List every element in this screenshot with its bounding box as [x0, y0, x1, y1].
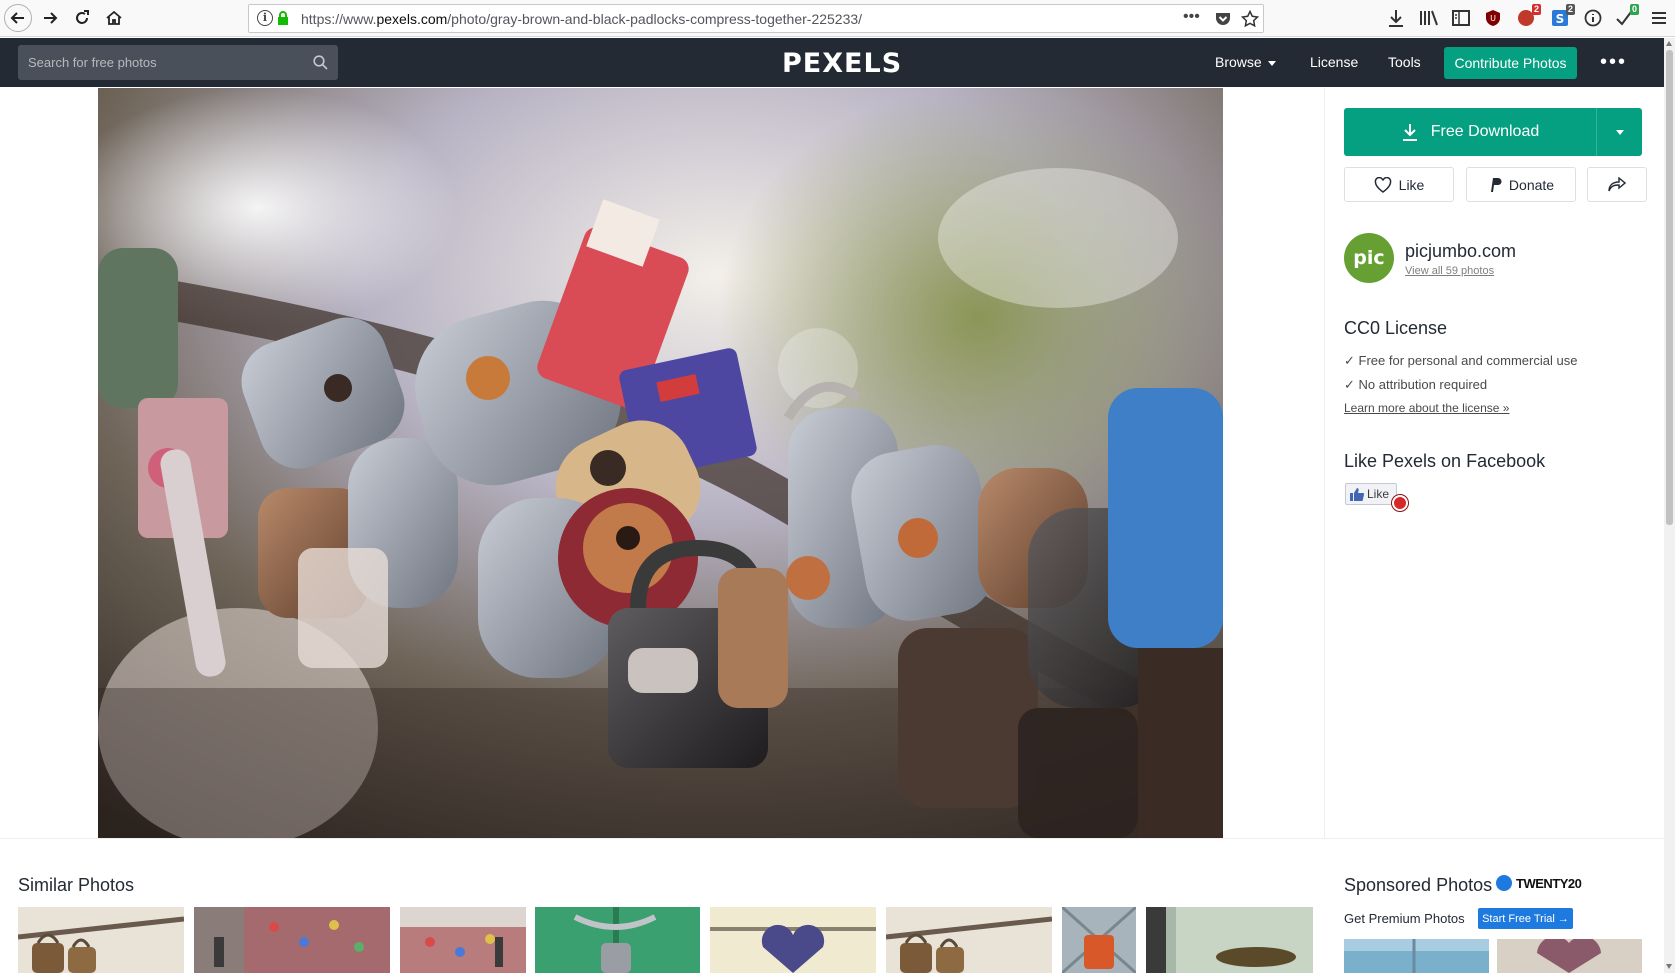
license-point-1: ✓ Free for personal and commercial use — [1344, 353, 1578, 368]
info-addon-icon[interactable] — [1582, 7, 1604, 29]
padlocks-photo — [98, 88, 1223, 838]
bookmark-star-icon[interactable] — [1241, 10, 1259, 28]
downloads-icon[interactable] — [1385, 7, 1407, 29]
donate-button[interactable]: Donate — [1466, 167, 1576, 202]
sponsored-photo-thumb[interactable] — [1497, 939, 1642, 973]
twenty20-logo[interactable]: TWENTY20 — [1496, 875, 1582, 891]
page-scrollbar[interactable] — [1664, 38, 1675, 973]
similar-photo-thumb[interactable] — [18, 907, 184, 973]
pexels-logo[interactable]: PEXELS — [782, 48, 902, 79]
ublock-badge: 2 — [1531, 4, 1541, 15]
row-divider — [0, 838, 1664, 839]
main-photo[interactable] — [98, 88, 1223, 838]
back-button[interactable] — [4, 4, 32, 32]
s-addon-icon[interactable]: S 2 — [1549, 4, 1575, 29]
chevron-down-icon — [1615, 129, 1624, 135]
sponsored-photos-title: Sponsored Photos — [1344, 875, 1493, 895]
forward-button[interactable] — [36, 4, 64, 32]
sponsored-photo-thumb[interactable] — [1344, 939, 1489, 973]
chevron-down-icon — [1267, 60, 1276, 66]
similar-photos-title: Similar Photos — [18, 875, 135, 895]
hamburger-menu-icon[interactable] — [1648, 7, 1670, 29]
similar-photo-thumb[interactable] — [710, 907, 876, 973]
view-all-photos-link[interactable]: View all 59 photos — [1405, 265, 1494, 277]
home-button[interactable] — [100, 4, 128, 32]
license-point-2: ✓ No attribution required — [1344, 377, 1488, 392]
facebook-title: Like Pexels on Facebook — [1344, 451, 1546, 471]
facebook-like-label: Like — [1367, 487, 1390, 501]
like-label: Like — [1398, 176, 1425, 193]
reload-button[interactable] — [68, 4, 96, 32]
page-actions-icon[interactable]: ••• — [1183, 8, 1200, 26]
paypal-icon — [1490, 177, 1502, 192]
svg-text:U: U — [1490, 14, 1496, 23]
free-download-button[interactable]: Free Download — [1344, 108, 1642, 156]
search-icon[interactable] — [313, 55, 328, 70]
pocket-icon[interactable] — [1215, 12, 1231, 27]
heart-icon — [1374, 176, 1391, 193]
s-addon-badge: 2 — [1565, 4, 1575, 15]
scroll-down-arrow-icon[interactable] — [1666, 964, 1672, 969]
similar-photo-thumb[interactable] — [535, 907, 700, 973]
learn-more-license-link[interactable]: Learn more about the license » — [1344, 401, 1509, 415]
search-input[interactable] — [18, 45, 308, 80]
similar-photo-thumb[interactable] — [194, 907, 390, 973]
facebook-like-button[interactable]: Like — [1345, 483, 1397, 505]
library-icon[interactable] — [1418, 7, 1440, 29]
download-main-action[interactable]: Free Download — [1344, 108, 1596, 156]
scroll-thumb[interactable] — [1666, 50, 1673, 525]
thumbs-up-icon — [1350, 487, 1365, 501]
nav-tools[interactable]: Tools — [1388, 54, 1421, 70]
cursor-icon — [1392, 495, 1408, 511]
nav-browse[interactable]: Browse — [1215, 54, 1276, 70]
similar-photo-thumb[interactable] — [400, 907, 526, 973]
back-arrow-icon — [10, 12, 24, 24]
similar-photo-thumb[interactable] — [1062, 907, 1136, 973]
shield-addon-icon[interactable]: U — [1482, 7, 1504, 29]
column-divider — [1324, 88, 1325, 838]
download-label: Free Download — [1430, 123, 1540, 140]
url-bar[interactable]: i https://www.pexels.com/photo/gray-brow… — [248, 4, 1264, 33]
author-name[interactable]: picjumbo.com — [1405, 241, 1516, 262]
ublock-addon-icon[interactable]: 2 — [1515, 4, 1541, 29]
sidebar-toggle-icon[interactable] — [1450, 7, 1472, 29]
reload-icon — [76, 10, 89, 24]
home-icon — [106, 10, 122, 25]
forward-arrow-icon — [44, 12, 58, 24]
scroll-up-arrow-icon[interactable] — [1666, 41, 1672, 46]
browser-toolbar: i https://www.pexels.com/photo/gray-brow… — [0, 0, 1675, 37]
site-info-icon[interactable]: i — [257, 10, 273, 26]
similar-photo-thumb[interactable] — [1146, 907, 1313, 973]
search-box — [18, 45, 338, 80]
nav-browse-label: Browse — [1215, 54, 1262, 70]
license-title: CC0 License — [1344, 318, 1448, 338]
download-options-dropdown[interactable] — [1597, 108, 1642, 156]
twenty20-logo-icon — [1496, 875, 1512, 891]
donate-label: Donate — [1508, 176, 1555, 193]
more-menu-icon[interactable]: ••• — [1600, 51, 1627, 74]
svg-text:S: S — [1556, 12, 1565, 26]
start-free-trial-button[interactable]: Start Free Trial → — [1478, 908, 1573, 929]
check-addon-badge: 0 — [1629, 4, 1639, 15]
lock-icon[interactable] — [277, 11, 289, 26]
premium-photos-text: Get Premium Photos — [1344, 911, 1465, 926]
twenty20-brand-label: TWENTY20 — [1516, 875, 1582, 891]
url-text: https://www.pexels.com/photo/gray-brown-… — [301, 11, 863, 27]
like-button[interactable]: Like — [1344, 167, 1454, 202]
nav-license[interactable]: License — [1310, 54, 1358, 70]
author-avatar[interactable]: pic — [1344, 233, 1394, 283]
share-button[interactable] — [1587, 167, 1647, 202]
site-header: PEXELS Browse License Tools Contribute P… — [0, 38, 1664, 87]
share-icon — [1608, 177, 1626, 192]
contribute-photos-button[interactable]: Contribute Photos — [1444, 47, 1577, 79]
similar-photo-thumb[interactable] — [886, 907, 1052, 973]
check-addon-icon[interactable]: 0 — [1613, 4, 1639, 29]
download-icon — [1402, 123, 1417, 141]
